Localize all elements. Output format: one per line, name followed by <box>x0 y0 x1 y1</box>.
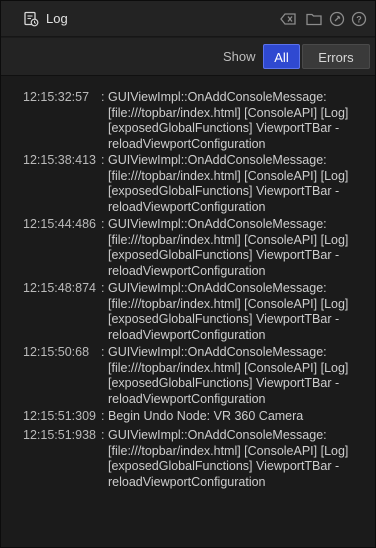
log-separator: : <box>101 281 105 295</box>
title-bar: Log ? <box>1 1 375 37</box>
show-label: Show <box>223 49 256 64</box>
log-separator: : <box>101 428 105 442</box>
log-separator: : <box>101 409 105 423</box>
help-icon[interactable]: ? <box>351 11 367 27</box>
log-panel: Log ? Show All Errors 12:15:32:57: GUIV… <box>0 0 376 548</box>
log-separator: : <box>101 90 105 104</box>
log-timestamp: 12:15:50:68 <box>23 345 90 359</box>
log-message: GUIViewImpl::OnAddConsoleMessage: [file:… <box>108 153 349 214</box>
log-timestamp: 12:15:44:486 <box>23 217 96 231</box>
log-message: GUIViewImpl::OnAddConsoleMessage: [file:… <box>108 345 349 406</box>
log-timestamp: 12:15:38:413 <box>23 153 96 167</box>
log-message: GUIViewImpl::OnAddConsoleMessage: [file:… <box>108 90 349 151</box>
panel-title: Log <box>46 11 68 26</box>
log-message: GUIViewImpl::OnAddConsoleMessage: [file:… <box>108 281 349 342</box>
log-timestamp: 12:15:32:57 <box>23 90 90 104</box>
log-separator: : <box>101 345 105 359</box>
log-separator: : <box>101 217 105 231</box>
filter-errors-button[interactable]: Errors <box>302 44 370 69</box>
log-message: Begin Undo Node: VR 360 Camera <box>108 409 304 423</box>
clear-icon[interactable] <box>280 12 296 26</box>
log-message: GUIViewImpl::OnAddConsoleMessage: [file:… <box>108 217 349 278</box>
folder-icon[interactable] <box>306 12 322 26</box>
filter-all-button[interactable]: All <box>263 44 300 69</box>
pin-icon[interactable] <box>329 11 345 27</box>
log-timestamp: 12:15:51:938 <box>23 428 96 442</box>
log-list[interactable]: 12:15:32:57 : GUIViewImpl::OnAddConsoleM… <box>1 77 375 547</box>
svg-text:?: ? <box>356 15 362 25</box>
log-timestamp: 12:15:51:309 <box>23 409 96 423</box>
log-timestamp: 12:15:48:874 <box>23 281 96 295</box>
log-icon <box>23 11 39 27</box>
filter-toolbar: Show All Errors <box>1 38 375 76</box>
log-separator: : <box>101 153 105 167</box>
log-message: GUIViewImpl::OnAddConsoleMessage: [file:… <box>108 428 349 489</box>
